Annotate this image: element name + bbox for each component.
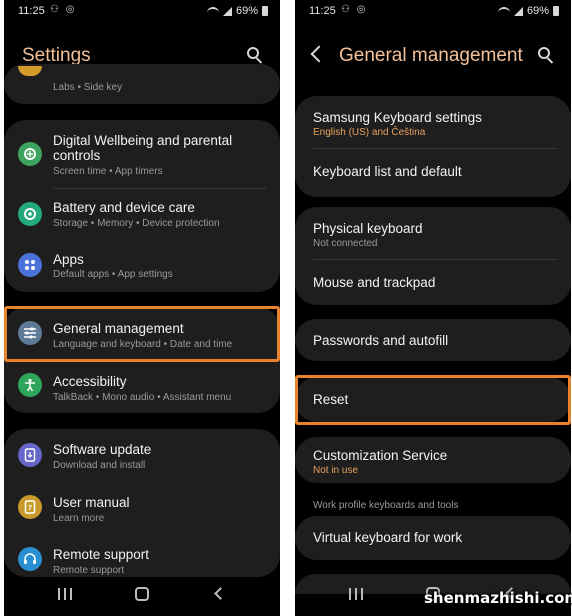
recent-apps-icon[interactable] [349,588,363,600]
settings-card-partial: Labs • Side key [4,64,280,104]
list-item-subtitle: English (US) and Čeština [313,127,426,138]
notification-icons: ⚇ ◎ [50,4,77,15]
battery-percent: 69% [526,5,549,17]
customization-service-item[interactable]: Customization Service Not in use [295,437,571,483]
accessibility-icon [18,373,42,397]
app-header: General management [295,40,571,72]
divider [53,188,266,189]
reset-item[interactable]: Reset [295,377,571,422]
settings-item-accessibility[interactable]: Accessibility TalkBack • Mono audio • As… [4,361,280,413]
list-item-title: Reset [313,392,349,407]
search-icon[interactable] [246,46,264,64]
list-item-title: Apps [53,252,84,267]
status-bar: 11:25 ⚇ ◎ 69% [295,0,571,22]
settings-item-battery[interactable]: Battery and device care Storage • Memory… [4,190,280,242]
general-management-screen: 11:25 ⚇ ◎ 69% General management Samsung… [295,0,571,616]
list-item-title: Software update [53,442,152,457]
list-item-subtitle: Not in use [313,465,359,476]
list-item-subtitle: TalkBack • Mono audio • Assistant menu [53,392,232,403]
signal-icon [513,6,523,16]
list-item-title: Samsung Keyboard settings [313,110,482,125]
settings-item-general-management[interactable]: General management Language and keyboard… [4,307,280,359]
keyboard-list-item[interactable]: Keyboard list and default [295,149,571,197]
software-update-icon [18,443,42,467]
back-arrow-icon[interactable] [310,45,328,63]
passwords-card: Passwords and autofill [295,319,571,361]
home-icon[interactable] [135,587,149,601]
list-item-title: Passwords and autofill [313,333,449,348]
list-item-subtitle: Download and install [53,460,146,471]
page-title: General management [339,45,523,66]
list-item-title: Customization Service [313,448,448,463]
list-item-subtitle: Not connected [313,238,378,249]
virtual-keyboard-for-work-item[interactable]: Virtual keyboard for work [295,516,571,560]
settings-item-user-manual[interactable]: ? User manual Learn more [4,481,280,533]
list-item-title: Physical keyboard [313,221,423,236]
wifi-icon [497,6,510,16]
list-item-title: Remote support [53,547,150,562]
work-keyboard-card: Virtual keyboard for work [295,516,571,560]
list-item-title: Accessibility [53,374,127,389]
status-time: 11:25 [309,5,336,17]
mouse-trackpad-item[interactable]: Mouse and trackpad [295,260,571,305]
settings-item-digital-wellbeing[interactable]: Digital Wellbeing and parental controls … [4,120,280,186]
list-item-subtitle: Storage • Memory • Device protection [53,218,220,229]
settings-item-apps[interactable]: Apps Default apps • App settings [4,242,280,292]
navigation-bar [4,576,280,616]
settings-item-remote-support[interactable]: Remote support Remote support [4,533,280,577]
physical-keyboard-item[interactable]: Physical keyboard Not connected [295,207,571,259]
reset-card: Reset [295,377,571,422]
keyboard-settings-card: Samsung Keyboard settings English (US) a… [295,96,571,197]
customization-card: Customization Service Not in use [295,437,571,483]
list-item-subtitle: Language and keyboard • Date and time [53,339,233,350]
list-item-subtitle: Default apps • App settings [53,269,173,280]
search-icon[interactable] [537,46,555,64]
apps-icon [18,253,42,277]
passwords-autofill-item[interactable]: Passwords and autofill [295,319,571,361]
status-time: 11:25 [18,5,45,17]
signal-icon [222,6,232,16]
list-item-title: User manual [53,495,130,510]
recent-apps-icon[interactable] [58,588,72,600]
settings-card: Software update Download and install ? U… [4,429,280,577]
list-item-title: Battery and device care [53,200,195,215]
status-bar: 11:25 ⚇ ◎ 69% [4,0,280,22]
settings-item-software-update[interactable]: Software update Download and install [4,429,280,481]
notification-icons: ⚇ ◎ [341,4,368,15]
settings-card: Digital Wellbeing and parental controls … [4,120,280,292]
list-item-title: Digital Wellbeing and parental [53,133,233,148]
wifi-icon [206,6,219,16]
sliders-icon [18,321,42,345]
headset-icon [18,547,42,571]
battery-percent: 69% [235,5,258,17]
settings-card: General management Language and keyboard… [4,307,280,413]
list-item-title: Keyboard list and default [313,164,462,179]
list-item-title: Mouse and trackpad [313,275,436,290]
input-devices-card: Physical keyboard Not connected Mouse an… [295,207,571,305]
list-item-subtitle: Screen time • App timers [53,166,163,177]
svg-text:?: ? [28,504,32,512]
list-item-title: General management [53,321,184,336]
list-item-subtitle: Remote support [53,565,125,576]
list-item-title-cont: controls [53,148,101,163]
settings-screen: 11:25 ⚇ ◎ 69% Settings Labs • Side key D… [4,0,280,616]
user-manual-icon: ? [18,495,42,519]
device-care-icon [18,202,42,226]
battery-icon [553,6,559,16]
battery-icon [262,6,268,16]
section-header: Work profile keyboards and tools [313,500,459,511]
list-item-subtitle: Labs • Side key [53,82,123,93]
list-item-subtitle: Learn more [53,513,105,524]
samsung-keyboard-settings-item[interactable]: Samsung Keyboard settings English (US) a… [295,96,571,148]
back-nav-icon[interactable] [214,587,227,600]
list-item-title: Virtual keyboard for work [313,530,463,545]
watermark: shenmazhishi.com [424,589,572,607]
digital-wellbeing-icon [18,142,42,166]
advanced-features-icon [18,66,42,76]
